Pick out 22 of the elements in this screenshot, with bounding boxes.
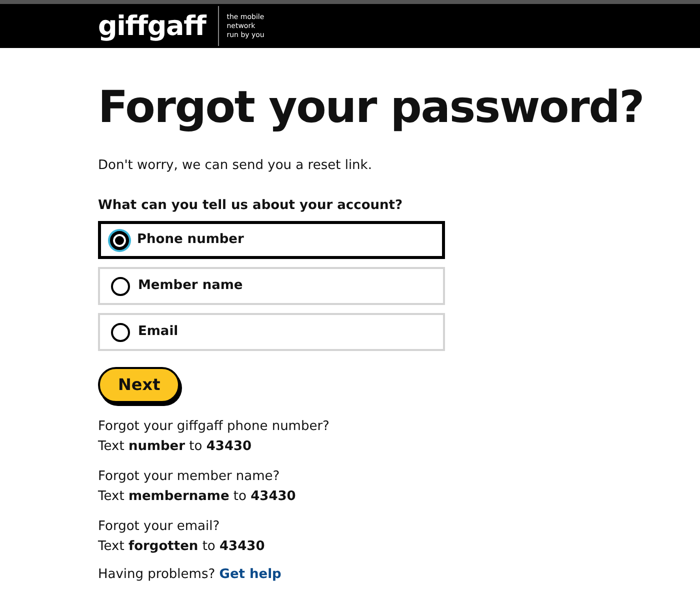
- radio-option[interactable]: Phone number: [98, 221, 445, 259]
- help-text: Having problems?: [98, 567, 216, 582]
- tip-question: Forgot your email?: [98, 518, 221, 536]
- tip-question: Forgot your giffgaff phone number?: [98, 418, 330, 436]
- tip-instruction: Text membername to 43430: [98, 488, 297, 506]
- tip-question: Forgot your member name?: [98, 468, 281, 486]
- radio-icon[interactable]: [111, 276, 130, 296]
- question-label: What can you tell us about your account?: [98, 196, 404, 214]
- next-button[interactable]: Next: [98, 367, 180, 403]
- get-help-link[interactable]: Get help: [219, 567, 282, 582]
- radio-option[interactable]: Member name: [98, 267, 445, 305]
- option-label: Email: [138, 323, 178, 342]
- intro-text: Don't worry, we can send you a reset link.: [98, 157, 373, 175]
- option-label: Member name: [138, 277, 243, 296]
- page-title: Forgot your password?: [98, 86, 645, 130]
- radio-option[interactable]: Email: [98, 313, 445, 351]
- tip-instruction: Text number to 43430: [98, 438, 253, 456]
- tip-instruction: Text forgotten to 43430: [98, 538, 266, 556]
- option-label: Phone number: [137, 231, 244, 250]
- radio-icon[interactable]: [111, 322, 130, 342]
- logo[interactable]: giffgaff: [98, 12, 214, 40]
- radio-icon[interactable]: [110, 230, 129, 250]
